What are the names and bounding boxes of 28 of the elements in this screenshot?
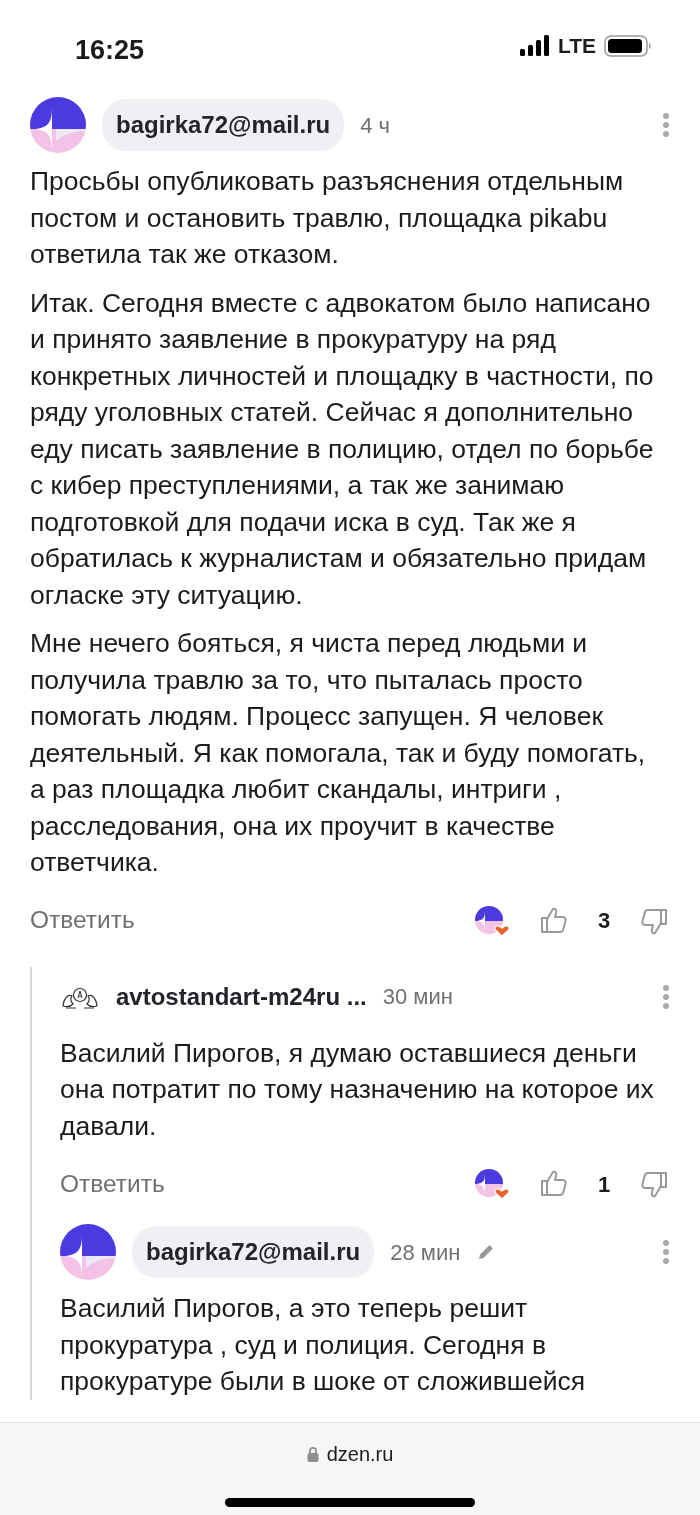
author-name[interactable]: bagirka72@mail.ru: [132, 1226, 375, 1278]
comment-text: Просьбы опубликовать разъяснения отдельным постом и остановить травлю, площадка pikabu ответила так же отказом.: [30, 165, 625, 271]
reaction-avatar-icon: [474, 904, 510, 937]
network-label: LTE: [557, 33, 596, 59]
comment-text: Итак. Сегодня вместе с адвокатом было написано и принято заявление в прокуратуру на ряд конкретных личностей и площадку в частности, по ряду уголовных статей. Сейчас я дополнительно еду писать заявление в полицию, отдел по борьбе с кибер преступлениями, а так же занимаю подготовкой для подачи иска в суд. Так же я обратилась к журналистам и обязательно придам огласке эту ситуацию.: [30, 286, 655, 612]
comment-time: 28 мин: [390, 1238, 461, 1267]
reply-link[interactable]: Ответить: [30, 902, 135, 939]
battery-icon: [604, 33, 652, 58]
url-text[interactable]: dzen.ru: [326, 1439, 394, 1469]
reply-link[interactable]: Ответить: [60, 1165, 165, 1203]
author-name[interactable]: bagirka72@mail.ru: [102, 99, 345, 151]
comment-text: Мне нечего бояться, я чиста перед людьми и получила травлю за то, что пыталась просто помогать людям. Процесс запущен. Я человек деятельный. Я как помогала, так и буду помогать, а раз площадка любит скандалы, интриги , расследования, она их проучит в качестве ответчика.: [30, 627, 647, 879]
signal-icon: [519, 34, 550, 57]
like-count: 3: [596, 907, 612, 935]
like-count: 1: [596, 1170, 612, 1199]
avatar: [30, 97, 86, 153]
avatar: [60, 1224, 116, 1280]
comment-time: 30 мин: [382, 983, 453, 1011]
reaction-avatar-icon: [474, 1168, 510, 1200]
more-icon[interactable]: [662, 983, 670, 1010]
lock-icon: [306, 1446, 319, 1462]
comment-text: Василий Пирогов, а это теперь решит прокуратура , суд и полиция. Сегодня в прокуратуре были в шоке от сложившейся: [60, 1292, 587, 1398]
author-name[interactable]: avtostandart-m24ru ...: [116, 978, 367, 1015]
comment-text: Василий Пирогов, я думаю оставшиеся деньги она потратит по тому назначению на которое их давали.: [60, 1036, 655, 1143]
more-icon[interactable]: [662, 112, 670, 138]
clock: 16:25: [75, 34, 145, 67]
comment-time: 4 ч: [360, 111, 390, 140]
more-icon[interactable]: [662, 1239, 670, 1265]
